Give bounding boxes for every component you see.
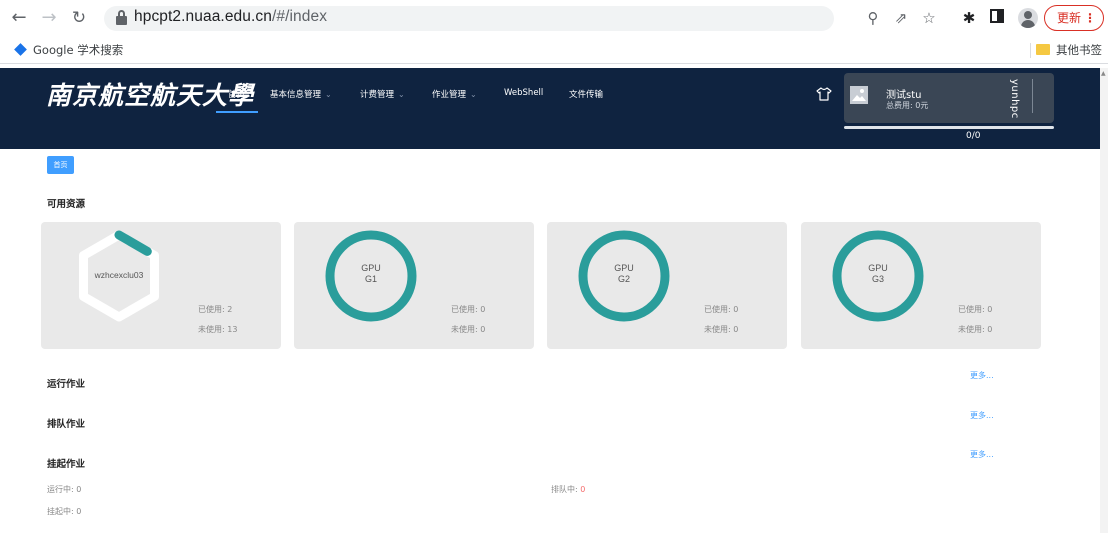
node-usage-segment [114, 230, 152, 256]
gauge-label: wzhcexclu03 [94, 270, 144, 280]
bookmark-other[interactable]: 其他书签 [1036, 42, 1102, 58]
university-logo[interactable]: 南京航空航天大學 [46, 76, 254, 112]
gauge-label: G2 [618, 274, 630, 284]
unused-count: 未使用: 13 [198, 325, 238, 334]
menu-item-1[interactable]: 基本信息管理 ⌄ [270, 88, 332, 100]
gauge-label: G3 [872, 274, 884, 284]
address-bar[interactable]: hpcpt2.nuaa.edu.cn/#/index [104, 6, 834, 31]
gauge-label: GPU [868, 263, 888, 273]
theme-shirt-icon[interactable] [816, 86, 832, 101]
menu-item-label: 作业管理 [432, 90, 467, 100]
bookmarks-bar: Google 学术搜索 其他书签 [0, 36, 1108, 64]
unused-count: 未使用: 0 [704, 325, 739, 334]
bookmark-google-scholar[interactable]: Google 学术搜索 [14, 42, 123, 58]
running-jobs-more-link[interactable]: 更多... [970, 370, 994, 381]
google-scholar-icon [14, 43, 27, 56]
forward-icon[interactable]: → [38, 7, 60, 29]
queued-count-value: 0 [580, 485, 586, 494]
update-button[interactable]: 更新 ⋮ [1044, 5, 1104, 31]
profile-avatar-icon[interactable] [1018, 8, 1038, 28]
used-count: 已使用: 0 [704, 305, 739, 314]
quota-progress-bar [844, 126, 1054, 129]
quota-progress-text: 0/0 [966, 131, 981, 141]
menu-item-3[interactable]: 作业管理 ⌄ [432, 88, 477, 100]
gauge-label: GPU [361, 263, 381, 273]
share-icon[interactable]: ⇗ [890, 7, 912, 29]
unused-count: 未使用: 0 [451, 325, 486, 334]
lock-icon [116, 10, 127, 26]
page-scrollbar[interactable] [1100, 68, 1108, 533]
running-jobs-title: 运行作业 [47, 379, 86, 390]
user-total-fee: 总费用: 0元 [886, 101, 929, 110]
menu-item-label: 计费管理 [360, 90, 395, 100]
user-avatar [850, 86, 868, 104]
menu-item-label: 文件传输 [569, 90, 604, 100]
reload-icon[interactable]: ↻ [68, 7, 90, 29]
queued-jobs-more-link[interactable]: 更多... [970, 410, 994, 421]
side-panel-icon[interactable] [986, 7, 1008, 29]
queued-count-label: 排队中: [551, 485, 581, 494]
chevron-down-icon: ⌄ [470, 90, 477, 99]
menu-item-0[interactable]: 首页 [228, 88, 245, 100]
org-label: yunhpc [1009, 79, 1020, 119]
breadcrumb-home-tag[interactable]: 首页 [47, 156, 74, 174]
menu-active-indicator [216, 111, 258, 113]
folder-icon [1036, 44, 1050, 55]
resource-gauge: GPUG1 [325, 230, 417, 322]
resource-gauge: wzhcexclu03 [79, 230, 159, 322]
suspended-jobs-more-link[interactable]: 更多... [970, 449, 994, 460]
menu-item-2[interactable]: 计费管理 ⌄ [360, 88, 405, 100]
used-count: 已使用: 0 [451, 305, 486, 314]
available-resources-title: 可用资源 [47, 199, 86, 210]
menu-item-5[interactable]: 文件传输 [569, 88, 603, 100]
back-icon[interactable]: ← [8, 7, 30, 29]
gauge-label: G1 [365, 274, 377, 284]
suspended-jobs-title: 挂起作业 [47, 459, 86, 470]
user-panel-divider [1032, 79, 1033, 113]
user-panel[interactable]: 测试stu 总费用: 0元 yunhpc [844, 73, 1054, 123]
app-header: 南京航空航天大學 首页 基本信息管理 ⌄ 计费管理 ⌄ 作业管理 ⌄ WebShell 文件传输… [0, 68, 1100, 149]
resource-card[interactable]: wzhcexclu03 已使用: 2 未使用: 13 [41, 222, 281, 349]
used-count: 已使用: 2 [198, 305, 233, 314]
menu-item-label: 首页 [228, 90, 246, 100]
resource-gauge: GPUG2 [578, 230, 670, 322]
resource-card[interactable]: GPU G3 已使用: 0 未使用: 0 [801, 222, 1041, 349]
chevron-down-icon: ⌄ [398, 90, 405, 99]
url-text[interactable]: hpcpt2.nuaa.edu.cn/#/index [134, 8, 327, 26]
resource-card[interactable]: GPU G1 已使用: 0 未使用: 0 [294, 222, 534, 349]
user-name: 测试stu [886, 90, 922, 101]
scroll-up-icon[interactable]: ▲ [1101, 70, 1106, 77]
resource-gauge: GPUG3 [832, 230, 924, 322]
suspended-count: 挂起中: 0 [47, 507, 82, 516]
extensions-icon[interactable]: ✱ [958, 7, 980, 29]
queued-jobs-title: 排队作业 [47, 419, 86, 430]
queued-count: 排队中: 0 [551, 484, 585, 495]
browser-toolbar: ← → ↻ hpcpt2.nuaa.edu.cn/#/index ⚲ ⇗ ☆ ✱… [0, 0, 1108, 36]
zoom-icon[interactable]: ⚲ [862, 7, 884, 29]
chevron-down-icon: ⌄ [325, 90, 332, 99]
running-count: 运行中: 0 [47, 485, 82, 494]
star-icon[interactable]: ☆ [918, 7, 940, 29]
bookmarks-divider [1030, 43, 1031, 58]
menu-item-label: 基本信息管理 [270, 90, 322, 100]
gauge-label: GPU [614, 263, 634, 273]
used-count: 已使用: 0 [958, 305, 993, 314]
menu-item-label: WebShell [504, 88, 544, 98]
resource-card[interactable]: GPU G2 已使用: 0 未使用: 0 [547, 222, 787, 349]
menu-item-4[interactable]: WebShell [504, 88, 543, 98]
unused-count: 未使用: 0 [958, 325, 993, 334]
